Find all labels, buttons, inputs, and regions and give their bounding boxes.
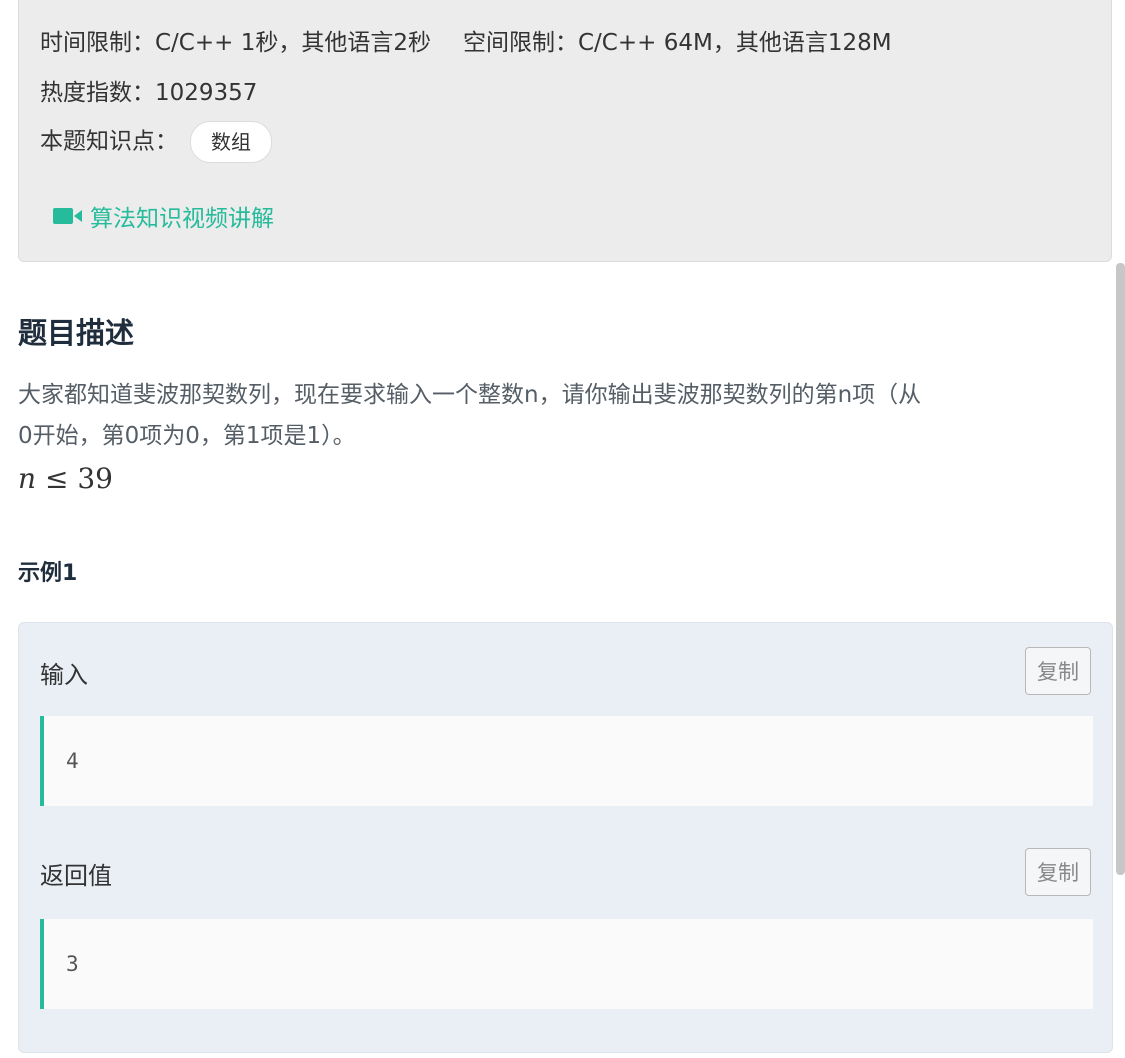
video-link-label: 算法知识视频讲解 <box>90 206 274 232</box>
problem-description-title: 题目描述 <box>18 316 135 350</box>
copy-input-button[interactable]: 复制 <box>1025 647 1091 695</box>
description-line-2: 0开始，第0项为0，第1项是1）。 <box>18 423 356 449</box>
constraint-variable: n <box>18 462 37 495</box>
knowledge-label: 本题知识点： <box>40 128 178 155</box>
space-limit: 空间限制：C/C++ 64M，其他语言128M <box>463 30 892 56</box>
video-explanation-link[interactable]: 算法知识视频讲解 <box>53 199 274 233</box>
scrollbar-thumb[interactable] <box>1116 263 1125 875</box>
input-label: 输入 <box>40 661 88 689</box>
constraint-value: 39 <box>77 462 113 495</box>
limits-line: 时间限制：C/C++ 1秒，其他语言2秒 空间限制：C/C++ 64M，其他语言1… <box>40 23 892 57</box>
output-label: 返回值 <box>40 862 112 890</box>
example-box: 输入 复制 4 返回值 复制 3 <box>18 622 1113 1053</box>
problem-description: 大家都知道斐波那契数列，现在要求输入一个整数n，请你输出斐波那契数列的第n项（从… <box>18 375 1116 457</box>
problem-info-panel: 时间限制：C/C++ 1秒，其他语言2秒 空间限制：C/C++ 64M，其他语言1… <box>18 0 1112 262</box>
description-line-1: 大家都知道斐波那契数列，现在要求输入一个整数n，请你输出斐波那契数列的第n项（从 <box>18 382 922 408</box>
constraint-operator: ≤ <box>44 462 69 495</box>
copy-output-button[interactable]: 复制 <box>1025 848 1091 896</box>
constraint-formula: n ≤ 39 <box>18 462 113 495</box>
input-value: 4 <box>66 749 79 773</box>
input-code-block[interactable]: 4 <box>40 716 1093 806</box>
output-code-block[interactable]: 3 <box>40 919 1093 1009</box>
time-limit: 时间限制：C/C++ 1秒，其他语言2秒 <box>40 30 431 56</box>
knowledge-tag-array[interactable]: 数组 <box>190 121 272 163</box>
example-title: 示例1 <box>18 561 78 586</box>
knowledge-points: 本题知识点： 数组 <box>40 121 272 163</box>
output-value: 3 <box>66 952 79 976</box>
heat-index: 热度指数：1029357 <box>40 80 258 106</box>
video-camera-icon <box>53 208 82 224</box>
